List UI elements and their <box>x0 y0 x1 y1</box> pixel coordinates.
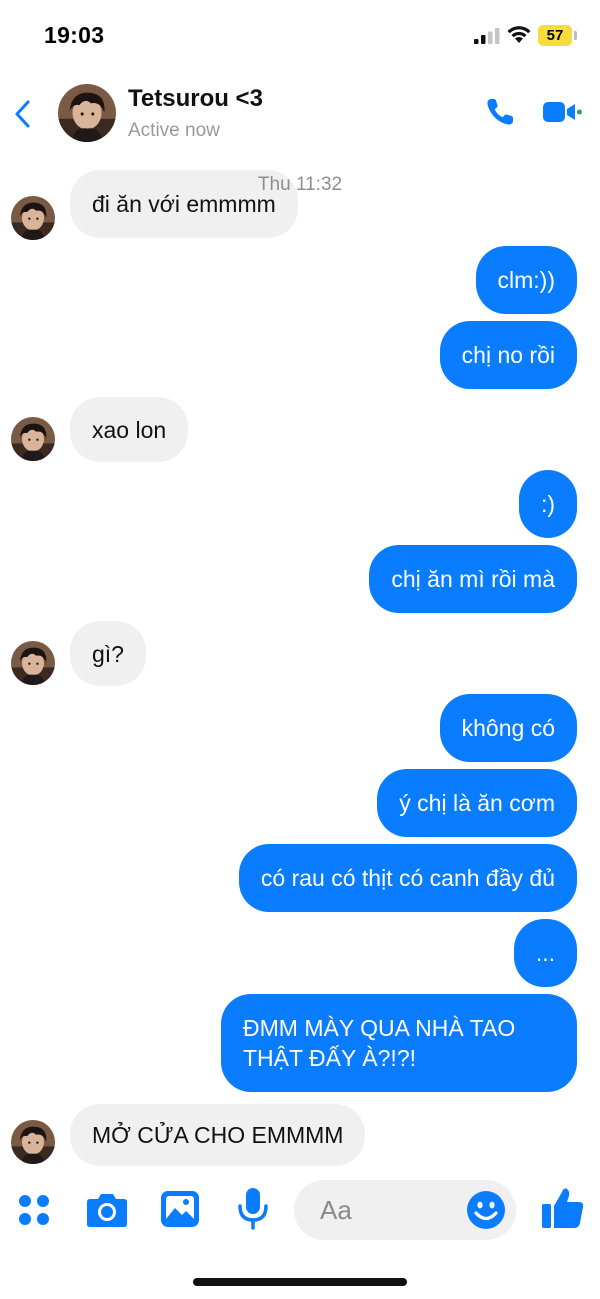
phone-call-icon[interactable] <box>484 96 516 128</box>
avatar-image <box>58 84 116 142</box>
home-indicator[interactable] <box>193 1278 407 1286</box>
microphone-icon[interactable] <box>236 1186 270 1232</box>
avatar-image <box>11 1120 55 1164</box>
active-status: Active now <box>128 120 220 141</box>
avatar-image <box>11 641 55 685</box>
avatar-image <box>11 417 55 461</box>
message-bubble-outgoing[interactable]: ĐMM MÀY QUA NHÀ TAO THẬT ĐẤY À?!?! <box>221 994 577 1092</box>
contact-avatar[interactable] <box>58 84 116 142</box>
wifi-icon <box>507 26 531 43</box>
message-bubble-outgoing[interactable]: ý chị là ăn cơm <box>377 769 577 837</box>
message-bubble-outgoing[interactable]: ... <box>513 919 577 987</box>
contact-avatar-small[interactable] <box>11 417 55 461</box>
back-chevron-icon[interactable] <box>10 96 36 132</box>
message-bubble-outgoing[interactable]: :) <box>518 470 577 538</box>
message-bubble-outgoing[interactable]: có rau có thịt có canh đầy đủ <box>238 844 577 912</box>
photo-gallery-icon[interactable] <box>160 1190 200 1228</box>
battery-icon: 57 <box>538 25 572 46</box>
emoji-icon[interactable] <box>466 1190 506 1230</box>
thumbs-up-icon[interactable] <box>540 1184 586 1230</box>
contact-avatar-small[interactable] <box>11 196 55 240</box>
contact-avatar-small[interactable] <box>11 1120 55 1164</box>
message-bubble-outgoing[interactable]: không có <box>439 694 577 762</box>
signal-icon <box>474 28 500 44</box>
camera-icon[interactable] <box>86 1190 128 1228</box>
contact-avatar-small[interactable] <box>11 641 55 685</box>
video-call-icon[interactable] <box>542 99 582 125</box>
conversation-header: Tetsurou <3 Active now <box>0 70 600 166</box>
contact-name[interactable]: Tetsurou <3 <box>128 85 263 113</box>
avatar-image <box>11 196 55 240</box>
message-bubble-outgoing[interactable]: chị ăn mì rồi mà <box>369 545 577 613</box>
status-bar: 19:03 57 <box>0 0 600 70</box>
message-bubble-incoming[interactable]: gì? <box>70 621 146 686</box>
message-bubble-incoming[interactable]: xao lon <box>70 397 189 462</box>
message-list[interactable]: đi ăn với emmmm Thu 11:32 clm:)) chị no … <box>0 166 600 1170</box>
message-bubble-outgoing[interactable]: clm:)) <box>475 246 577 314</box>
apps-grid-icon[interactable] <box>16 1192 52 1228</box>
battery-cap <box>574 31 577 40</box>
message-timestamp: Thu 11:32 <box>257 174 343 195</box>
message-composer <box>0 1170 600 1250</box>
message-bubble-incoming[interactable]: MỞ CỬA CHO EMMMM <box>70 1104 366 1166</box>
status-time: 19:03 <box>44 22 105 48</box>
message-bubble-outgoing[interactable]: chị no rồi <box>439 321 577 389</box>
